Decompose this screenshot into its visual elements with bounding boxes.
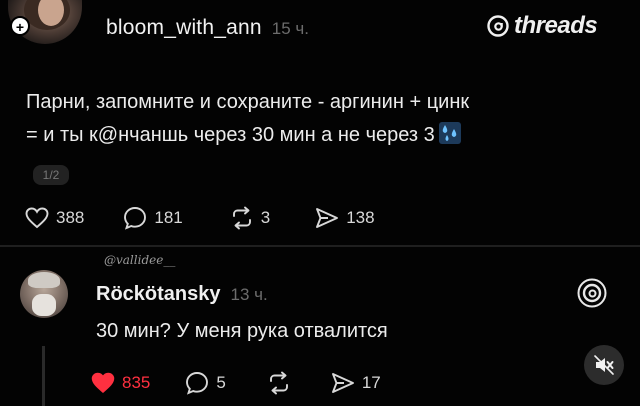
reply-watermark-handle: @vallidee__ xyxy=(104,253,176,267)
post-actions: 388 181 3 138 xyxy=(24,205,375,231)
repost-button[interactable]: 3 xyxy=(229,205,270,231)
comment-icon xyxy=(186,372,209,395)
heart-icon xyxy=(91,372,115,393)
reply-repost-button[interactable] xyxy=(266,370,292,396)
comment-icon xyxy=(124,207,147,230)
reply-comment-count: 5 xyxy=(216,373,226,392)
repost-count: 3 xyxy=(260,208,271,227)
repost-icon xyxy=(269,371,288,395)
follow-plus-badge[interactable]: + xyxy=(10,16,30,36)
share-icon xyxy=(331,373,354,393)
repost-icon xyxy=(232,206,251,230)
post-text-line-2-text: = и ты к@нчаншь через 30 мин а не через … xyxy=(26,124,435,146)
post-time: 15 ч. xyxy=(271,19,309,38)
share-icon xyxy=(316,208,339,228)
comment-count: 181 xyxy=(154,208,183,227)
carousel-page-indicator: 1/2 xyxy=(33,165,69,185)
like-count: 388 xyxy=(56,208,85,227)
reply-username[interactable]: Röckötansky xyxy=(96,283,221,306)
share-count: 138 xyxy=(346,208,375,227)
post-text-line-2: = и ты к@нчаншь через 30 мин а не через … xyxy=(26,119,626,152)
sweat-droplets-icon xyxy=(438,122,461,144)
threads-logo-icon xyxy=(487,15,509,37)
thread-connector-line xyxy=(42,346,45,406)
post-divider xyxy=(0,245,640,247)
reply-comment-button[interactable]: 5 xyxy=(184,370,226,396)
muted-speaker-icon xyxy=(594,355,614,375)
reply-share-button[interactable]: 17 xyxy=(330,370,381,396)
reply-header: Röckötansky 13 ч. xyxy=(96,283,268,306)
heart-icon xyxy=(25,207,49,229)
mute-button[interactable] xyxy=(584,345,624,385)
post-text-line-1: Парни, запомните и сохраните - аргинин +… xyxy=(26,91,470,113)
share-button[interactable]: 138 xyxy=(314,205,375,231)
threads-screenshot: + bloom_with_ann 15 ч. threads Парни, за… xyxy=(0,0,640,406)
reply-like-count: 835 xyxy=(122,373,151,392)
brand-name: threads xyxy=(514,12,598,39)
post-username[interactable]: bloom_with_ann xyxy=(106,16,262,40)
reply-like-button[interactable]: 835 xyxy=(90,370,150,396)
threads-brand: threads xyxy=(486,12,598,40)
post-header: bloom_with_ann 15 ч. xyxy=(106,16,309,40)
reply-author-avatar[interactable] xyxy=(20,270,68,318)
reply-actions: 835 5 17 xyxy=(90,370,381,396)
reply-time: 13 ч. xyxy=(230,285,268,304)
reply-share-count: 17 xyxy=(361,373,381,392)
post-body: Парни, запомните и сохраните - аргинин +… xyxy=(26,86,626,152)
comment-button[interactable]: 181 xyxy=(122,205,183,231)
threads-logo-icon xyxy=(577,278,607,308)
like-button[interactable]: 388 xyxy=(24,205,84,231)
reply-body: 30 мин? У меня рука отвалится xyxy=(96,320,388,342)
